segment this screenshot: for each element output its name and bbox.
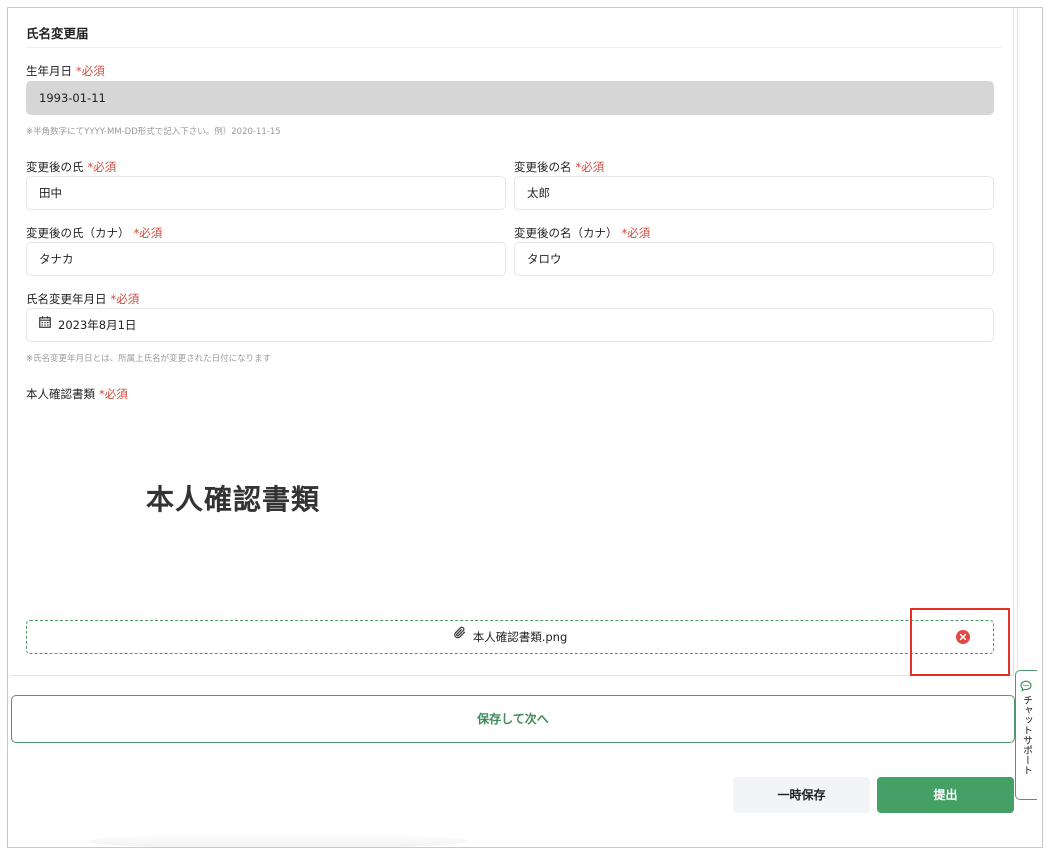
change-date-hint: ※氏名変更年月日とは、所属上氏名が変更された日付になります — [26, 354, 272, 364]
bottom-shadow — [88, 833, 468, 847]
id-document-label: 本人確認書類 *必須 — [26, 386, 128, 402]
file-name-text: 本人確認書類.png — [472, 630, 568, 644]
last-name-kana-label-text: 変更後の氏（カナ） — [26, 226, 130, 240]
uploaded-file-name: 本人確認書類.png — [27, 621, 993, 653]
change-date-field[interactable]: 2023年8月1日 — [26, 308, 994, 342]
chat-support-label: チャットサポート — [1020, 695, 1032, 775]
first-name-kana-label: 変更後の名（カナ） *必須 — [514, 225, 650, 241]
first-name-label: 変更後の名 *必須 — [514, 159, 604, 175]
required-mark: *必須 — [87, 160, 117, 174]
required-mark: *必須 — [133, 226, 163, 240]
uploaded-file-box: 本人確認書類.png — [26, 620, 994, 654]
last-name-kana-field[interactable]: タナカ — [26, 242, 506, 276]
chat-bubble-icon — [1020, 677, 1032, 696]
required-mark: *必須 — [99, 387, 128, 401]
last-name-kana-label: 変更後の氏（カナ） *必須 — [26, 225, 162, 241]
first-name-label-text: 変更後の名 — [514, 160, 572, 174]
scrollbar-track[interactable] — [1017, 8, 1018, 668]
paperclip-icon — [453, 620, 467, 652]
change-date-label-text: 氏名変更年月日 — [26, 292, 107, 306]
annotation-highlight-box — [910, 608, 1010, 676]
last-name-field[interactable]: 田中 — [26, 176, 506, 210]
title-divider — [26, 47, 1002, 48]
birthdate-field[interactable]: 1993-01-11 — [26, 81, 994, 115]
submit-button[interactable]: 提出 — [877, 777, 1014, 813]
temp-save-button[interactable]: 一時保存 — [733, 777, 870, 813]
required-mark: *必須 — [110, 292, 140, 306]
app-frame: 氏名変更届 生年月日 *必須 1993-01-11 ※半角数字にてYYYY-MM-… — [7, 7, 1043, 848]
change-date-value: 2023年8月1日 — [58, 318, 137, 332]
birthdate-hint: ※半角数字にてYYYY-MM-DD形式で記入下さい。例）2020-11-15 — [26, 127, 281, 137]
required-mark: *必須 — [621, 226, 651, 240]
birthdate-label-text: 生年月日 — [26, 64, 72, 78]
id-document-label-text: 本人確認書類 — [26, 387, 95, 401]
change-date-label: 氏名変更年月日 *必須 — [26, 291, 139, 307]
form-card: 氏名変更届 生年月日 *必須 1993-01-11 ※半角数字にてYYYY-MM-… — [10, 8, 1014, 676]
birthdate-label: 生年月日 *必須 — [26, 63, 105, 79]
last-name-label: 変更後の氏 *必須 — [26, 159, 116, 175]
first-name-field[interactable]: 太郎 — [514, 176, 994, 210]
save-and-next-button[interactable]: 保存して次へ — [11, 695, 1015, 743]
form-title: 氏名変更届 — [26, 26, 89, 41]
id-document-preview: 本人確認書類 — [146, 483, 321, 516]
last-name-label-text: 変更後の氏 — [26, 160, 84, 174]
required-mark: *必須 — [76, 64, 105, 78]
calendar-icon — [39, 309, 51, 340]
first-name-kana-field[interactable]: タロウ — [514, 242, 994, 276]
chat-support-tab[interactable]: チャットサポート — [1015, 670, 1037, 800]
first-name-kana-label-text: 変更後の名（カナ） — [514, 226, 618, 240]
required-mark: *必須 — [575, 160, 605, 174]
